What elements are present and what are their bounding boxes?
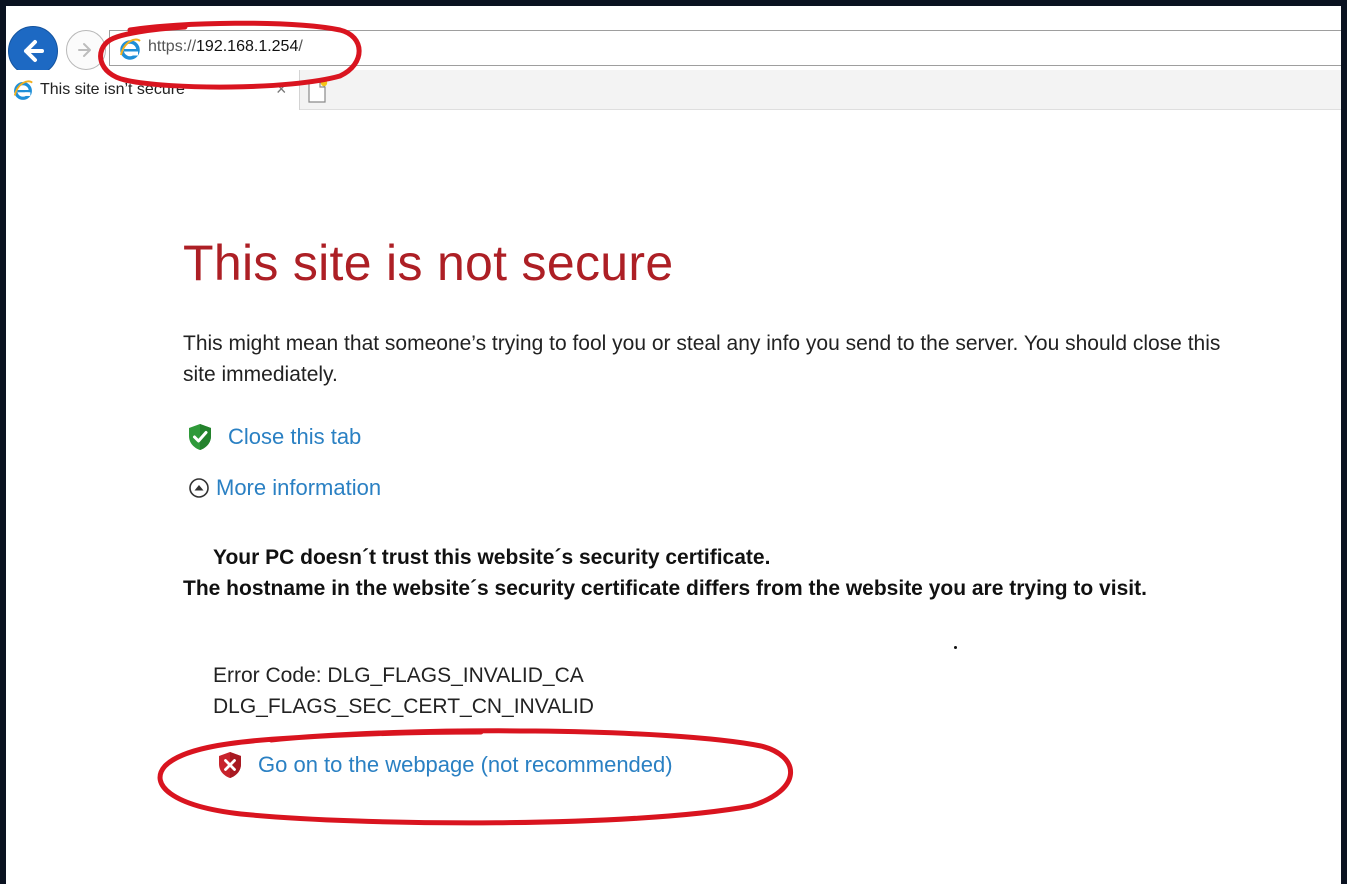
- back-button[interactable]: [8, 26, 58, 76]
- red-annotation-ellipse-go-on: [157, 728, 793, 826]
- green-shield-check-icon: [189, 424, 211, 450]
- page-title: This site is not secure: [183, 235, 674, 291]
- warning-description: This might mean that someone’s trying to…: [183, 332, 1221, 386]
- more-information-link-text[interactable]: More information: [216, 475, 381, 501]
- browser-window: https://192.168.1.254/ This site isn’t s…: [6, 6, 1341, 884]
- internet-explorer-icon: [13, 80, 33, 100]
- red-annotation-ellipse-url: [98, 20, 362, 90]
- stray-dot: [954, 646, 957, 649]
- close-tab-link-text[interactable]: Close this tab: [228, 424, 361, 450]
- error-code-block: Error Code: DLG_FLAGS_INVALID_CA DLG_FLA…: [213, 660, 594, 722]
- cert-hostname-mismatch-text: The hostname in the website´s security c…: [183, 577, 1147, 600]
- back-arrow-icon: [24, 40, 44, 62]
- close-tab-link[interactable]: Close this tab: [186, 422, 361, 452]
- error-code-line-1: Error Code: DLG_FLAGS_INVALID_CA: [213, 664, 584, 687]
- more-information-link[interactable]: More information: [188, 475, 381, 501]
- cert-untrusted-text: Your PC doesn´t trust this website´s sec…: [213, 546, 771, 569]
- error-code-line-2: DLG_FLAGS_SEC_CERT_CN_INVALID: [213, 695, 594, 718]
- certificate-error-detail: Your PC doesn´t trust this website´s sec…: [183, 542, 1243, 604]
- collapse-chevron-circle-icon: [189, 478, 209, 498]
